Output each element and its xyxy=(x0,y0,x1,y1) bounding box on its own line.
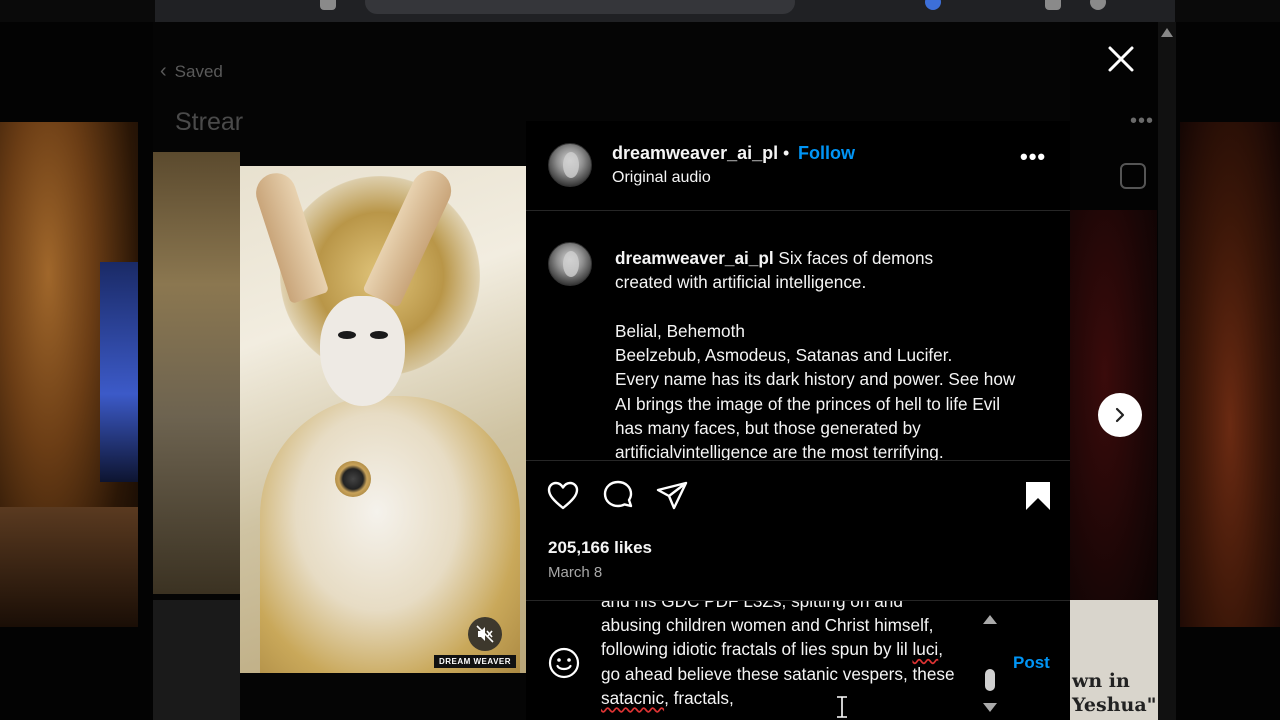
caption-section: dreamweaver_ai_pl Six faces of demons cr… xyxy=(526,212,1070,460)
background-post-thumbnail[interactable] xyxy=(153,600,240,720)
follow-button[interactable]: Follow xyxy=(798,143,855,164)
scroll-up-arrow[interactable] xyxy=(1161,28,1173,37)
chevron-right-icon[interactable] xyxy=(1098,393,1142,437)
background-post-thumbnail[interactable] xyxy=(153,152,240,594)
page-scrollbar[interactable] xyxy=(1158,22,1176,720)
caption-username[interactable]: dreamweaver_ai_pl xyxy=(615,248,774,268)
chevron-left-icon: ‹ xyxy=(160,60,167,82)
close-icon[interactable] xyxy=(1104,45,1138,79)
comment-form: and his GDC PDF L3Zs, spitting on and ab… xyxy=(526,600,1070,720)
background-more-icon[interactable]: ••• xyxy=(1130,110,1154,133)
post-header: dreamweaver_ai_pl • Follow Original audi… xyxy=(526,121,1070,211)
audio-link[interactable]: Original audio xyxy=(612,169,711,187)
text-cursor-icon xyxy=(837,696,847,718)
mute-icon[interactable] xyxy=(468,617,502,651)
scroll-thumb[interactable] xyxy=(985,669,995,691)
likes-count[interactable]: 205,166 likes xyxy=(548,538,652,558)
background-post-thumbnail[interactable]: wn in Yeshua" xyxy=(1070,600,1158,720)
comment-icon[interactable] xyxy=(601,479,635,513)
scroll-down-arrow[interactable] xyxy=(983,703,997,712)
post-comment-button[interactable]: Post xyxy=(1013,653,1050,673)
comment-scrollbar[interactable] xyxy=(981,611,999,717)
separator-dot: • xyxy=(783,143,790,163)
post-username[interactable]: dreamweaver_ai_pl xyxy=(612,143,778,164)
collection-title: Strear xyxy=(175,108,244,136)
thumbnail-text: wn in xyxy=(1072,670,1130,692)
background-left-column xyxy=(0,22,153,720)
saved-label: Saved xyxy=(174,61,223,81)
post-details-panel: dreamweaver_ai_pl • Follow Original audi… xyxy=(526,121,1070,720)
scroll-up-arrow[interactable] xyxy=(983,615,997,624)
browser-chrome xyxy=(0,0,1280,22)
share-icon[interactable] xyxy=(655,479,689,513)
background-post-thumbnail[interactable] xyxy=(1180,122,1280,627)
address-bar[interactable] xyxy=(365,0,795,14)
heart-icon[interactable] xyxy=(546,479,580,513)
spellcheck-word: luci xyxy=(912,639,939,660)
avatar[interactable] xyxy=(548,143,592,187)
emoji-icon[interactable] xyxy=(548,647,580,679)
reels-icon[interactable] xyxy=(1120,163,1146,189)
bookmark-icon[interactable] xyxy=(1021,479,1055,513)
post-date: March 8 xyxy=(548,564,603,581)
spellcheck-word: satacnic xyxy=(601,687,665,708)
back-to-saved-link[interactable]: ‹ Saved xyxy=(160,60,223,83)
thumbnail-text: Yeshua" xyxy=(1072,694,1157,716)
post-video[interactable] xyxy=(240,166,526,673)
more-icon[interactable]: ••• xyxy=(1020,146,1046,168)
media-watermark: DREAM WEAVER xyxy=(434,655,516,668)
post-caption: dreamweaver_ai_pl Six faces of demons cr… xyxy=(615,248,1016,460)
extension-icon[interactable] xyxy=(320,0,336,10)
background-post-thumbnail[interactable] xyxy=(0,122,138,627)
post-actions: 205,166 likes March 8 xyxy=(526,460,1070,600)
avatar[interactable] xyxy=(548,242,592,286)
extension-icon[interactable] xyxy=(1045,0,1061,10)
comment-input[interactable]: and his GDC PDF L3Zs, spitting on and ab… xyxy=(601,601,986,710)
